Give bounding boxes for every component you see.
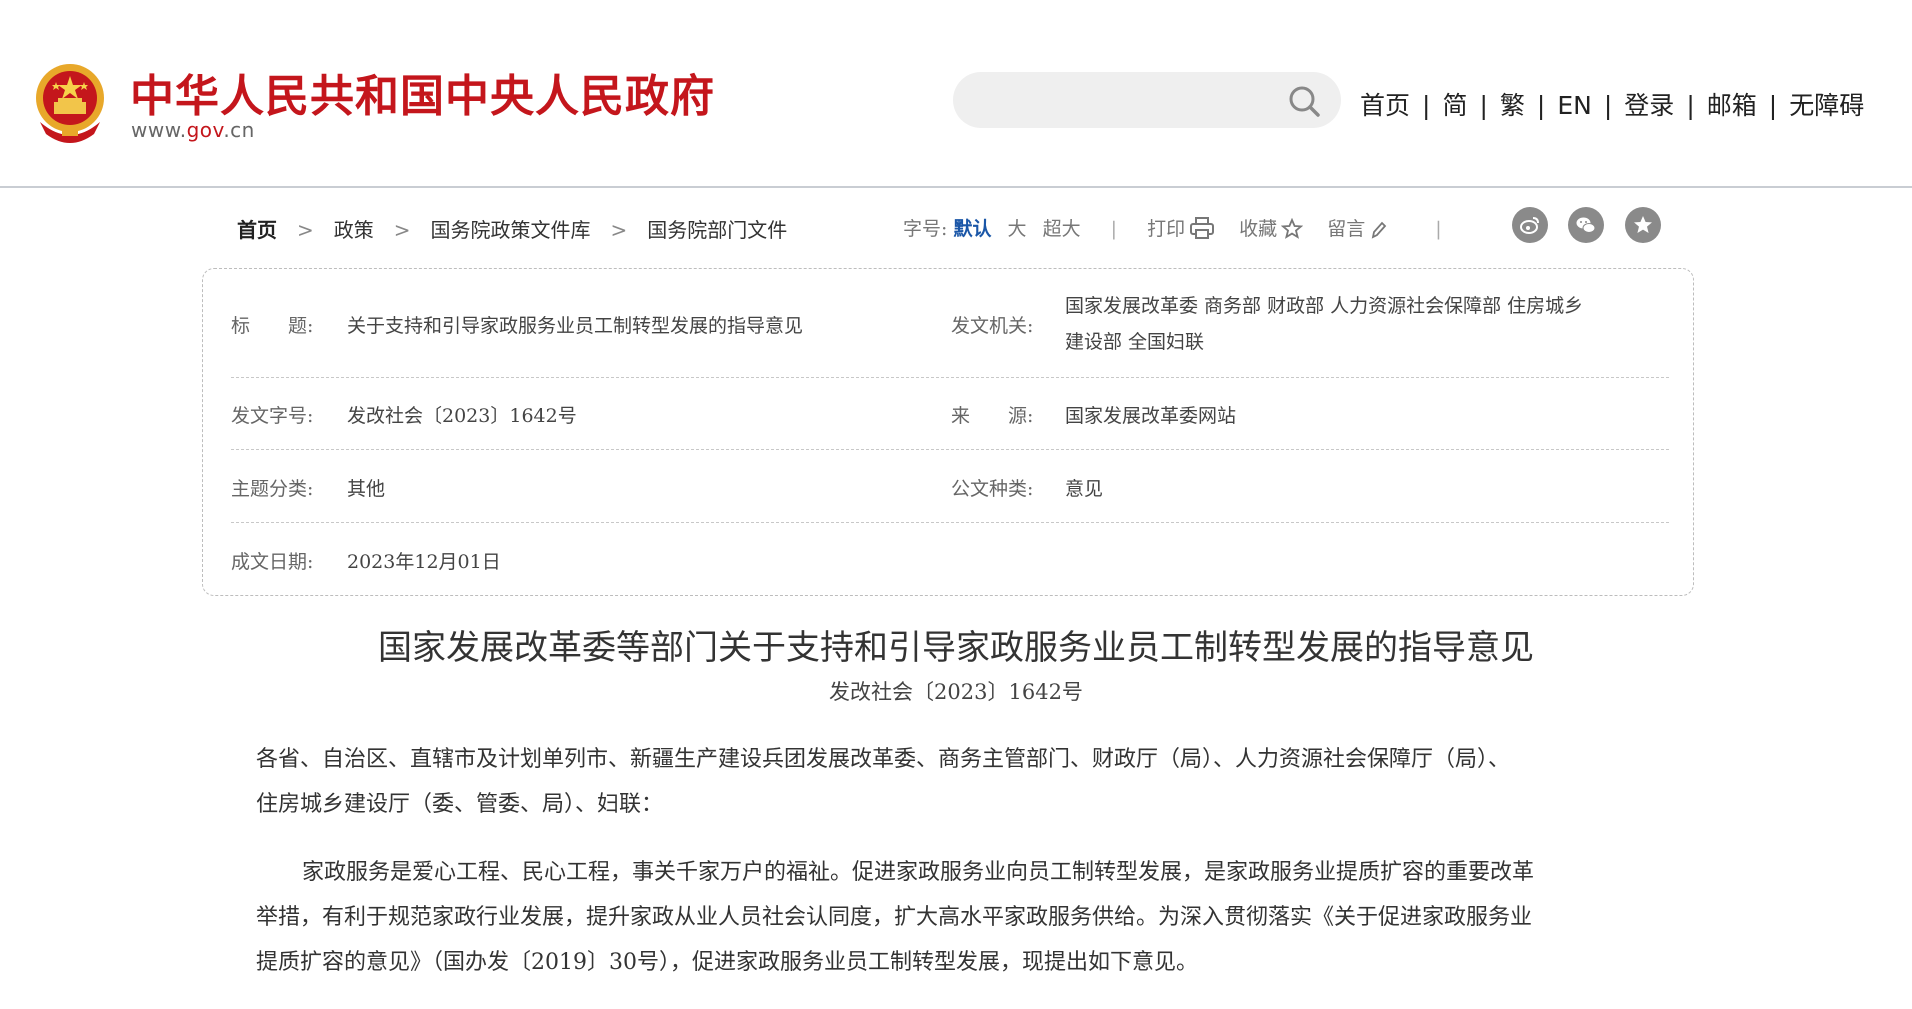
meta-row: 主题分类: 其他 公文种类: 意见 xyxy=(231,450,1669,523)
font-size-default[interactable]: 默认 xyxy=(953,218,991,240)
chevron-right-icon: > xyxy=(297,218,314,242)
site-url-brand: gov xyxy=(186,118,224,142)
national-emblem-icon[interactable] xyxy=(32,62,108,144)
nav-traditional[interactable]: 繁 xyxy=(1500,91,1525,120)
site-url-prefix: www. xyxy=(131,118,187,142)
title-value: 关于支持和引导家政服务业员工制转型发展的指导意见 xyxy=(347,315,804,337)
site-header: 中华人民共和国中央人民政府 www.gov.cn 首页 | 简 | 繁 | EN | 登录 | 邮箱… xyxy=(0,0,1912,188)
salutation-line: 住房城乡建设厅（委、管委、局）、妇联： xyxy=(256,792,664,817)
weibo-icon xyxy=(1520,217,1539,234)
site-url-suffix: .cn xyxy=(223,118,255,142)
doctype-value: 意见 xyxy=(1065,478,1104,500)
paragraph-line: 家政服务是爱心工程、民心工程，事关千家万户的福祉。促进家政服务业向员工制转型发展… xyxy=(302,860,1535,885)
date-value: 2023年12月01日 xyxy=(347,551,501,573)
article-paragraph: 家政服务是爱心工程、民心工程，事关千家万户的福祉。促进家政服务业向员工制转型发展… xyxy=(256,850,1656,985)
wechat-icon xyxy=(1576,217,1596,233)
font-size-xlarge[interactable]: 超大 xyxy=(1043,218,1081,240)
nav-english[interactable]: EN xyxy=(1557,91,1592,120)
breadcrumb-policy-library[interactable]: 国务院政策文件库 xyxy=(431,218,591,242)
nav-accessibility[interactable]: 无障碍 xyxy=(1789,91,1864,120)
issuer-value-line1: 国家发展改革委 商务部 财政部 人力资源社会保障部 住房城乡 xyxy=(1065,295,1584,317)
nav-mail[interactable]: 邮箱 xyxy=(1707,91,1757,120)
nav-separator: | xyxy=(1536,91,1546,120)
source-value: 国家发展改革委网站 xyxy=(1065,405,1237,427)
chevron-right-icon: > xyxy=(393,218,411,242)
search-input[interactable] xyxy=(975,84,1269,118)
pencil-icon[interactable] xyxy=(1369,220,1387,240)
date-label: 成文日期: xyxy=(231,551,314,573)
search-icon[interactable] xyxy=(1287,84,1321,118)
nav-separator: | xyxy=(1422,91,1431,120)
paragraph-line: 举措，有利于规范家政行业发展，提升家政从业人员社会认同度，扩大高水平家政服务供给… xyxy=(256,905,1533,930)
weibo-share-button[interactable] xyxy=(1512,207,1548,243)
topic-label: 主题分类: xyxy=(231,478,314,500)
nav-separator: | xyxy=(1768,91,1778,120)
comment-button[interactable]: 留言 xyxy=(1327,218,1365,240)
doctype-label: 公文种类: xyxy=(951,478,1034,500)
breadcrumb-dept-files[interactable]: 国务院部门文件 xyxy=(647,218,787,242)
star-icon[interactable] xyxy=(1280,217,1304,240)
breadcrumb-home[interactable]: 首页 xyxy=(237,218,277,242)
chevron-right-icon: > xyxy=(610,218,628,242)
nav-home[interactable]: 首页 xyxy=(1360,91,1410,120)
site-title[interactable]: 中华人民共和国中央人民政府 xyxy=(130,60,715,124)
favorite-share-button[interactable] xyxy=(1625,207,1661,243)
font-size-label: 字号: xyxy=(903,218,948,240)
breadcrumb: 首页 > 政策 > 国务院政策文件库 > 国务院部门文件 xyxy=(237,214,787,243)
article-doc-number: 发改社会〔2023〕1642号 xyxy=(829,680,1083,704)
breadcrumb-policy[interactable]: 政策 xyxy=(334,218,374,242)
favorite-button[interactable]: 收藏 xyxy=(1239,218,1277,240)
nav-simplified[interactable]: 简 xyxy=(1442,91,1467,120)
font-size-large[interactable]: 大 xyxy=(1008,218,1027,240)
document-meta-box: 标 题: 关于支持和引导家政服务业员工制转型发展的指导意见 发文机关: 国家发展… xyxy=(202,268,1694,596)
favorite-share-icon xyxy=(1634,216,1652,233)
issuer-value-line2: 建设部 全国妇联 xyxy=(1065,331,1205,353)
meta-row: 发文字号: 发改社会〔2023〕1642号 来 源: 国家发展改革委网站 xyxy=(231,377,1669,450)
meta-row: 成文日期: 2023年12月01日 xyxy=(231,523,1669,595)
print-button[interactable]: 打印 xyxy=(1147,218,1185,240)
top-nav: 首页 | 简 | 繁 | EN | 登录 | 邮箱 | 无障碍 xyxy=(1360,86,1864,122)
nav-login[interactable]: 登录 xyxy=(1624,91,1674,120)
nav-separator: | xyxy=(1603,91,1613,120)
article-toolbar: 字号: 默认 大 超大 | 打印 收藏 留言 | xyxy=(903,214,1466,241)
search-box xyxy=(953,72,1341,128)
nav-separator: | xyxy=(1479,91,1488,120)
wechat-share-button[interactable] xyxy=(1568,207,1604,243)
title-label: 标 题: xyxy=(231,315,314,337)
topic-value: 其他 xyxy=(347,478,386,500)
docnum-label: 发文字号: xyxy=(231,405,314,427)
print-icon[interactable] xyxy=(1189,216,1215,240)
issuer-label: 发文机关: xyxy=(951,315,1034,337)
source-label: 来 源: xyxy=(951,405,1034,427)
docnum-value: 发改社会〔2023〕1642号 xyxy=(347,405,577,427)
salutation-line: 各省、自治区、直辖市及计划单列市、新疆生产建设兵团发展改革委、商务主管部门、财政… xyxy=(256,747,1511,772)
article-title: 国家发展改革委等部门关于支持和引导家政服务业员工制转型发展的指导意见 xyxy=(378,628,1534,668)
toolbar-divider: | xyxy=(1110,218,1118,240)
meta-row: 标 题: 关于支持和引导家政服务业员工制转型发展的指导意见 发文机关: 国家发展… xyxy=(231,269,1669,378)
article-salutation: 各省、自治区、直辖市及计划单列市、新疆生产建设兵团发展改革委、商务主管部门、财政… xyxy=(256,737,1656,827)
toolbar-divider: | xyxy=(1435,218,1442,240)
paragraph-line: 提质扩容的意见》（国办发〔2019〕30号），促进家政服务业员工制转型发展，现提… xyxy=(256,950,1198,975)
nav-separator: | xyxy=(1686,91,1695,120)
site-url[interactable]: www.gov.cn xyxy=(131,118,255,142)
